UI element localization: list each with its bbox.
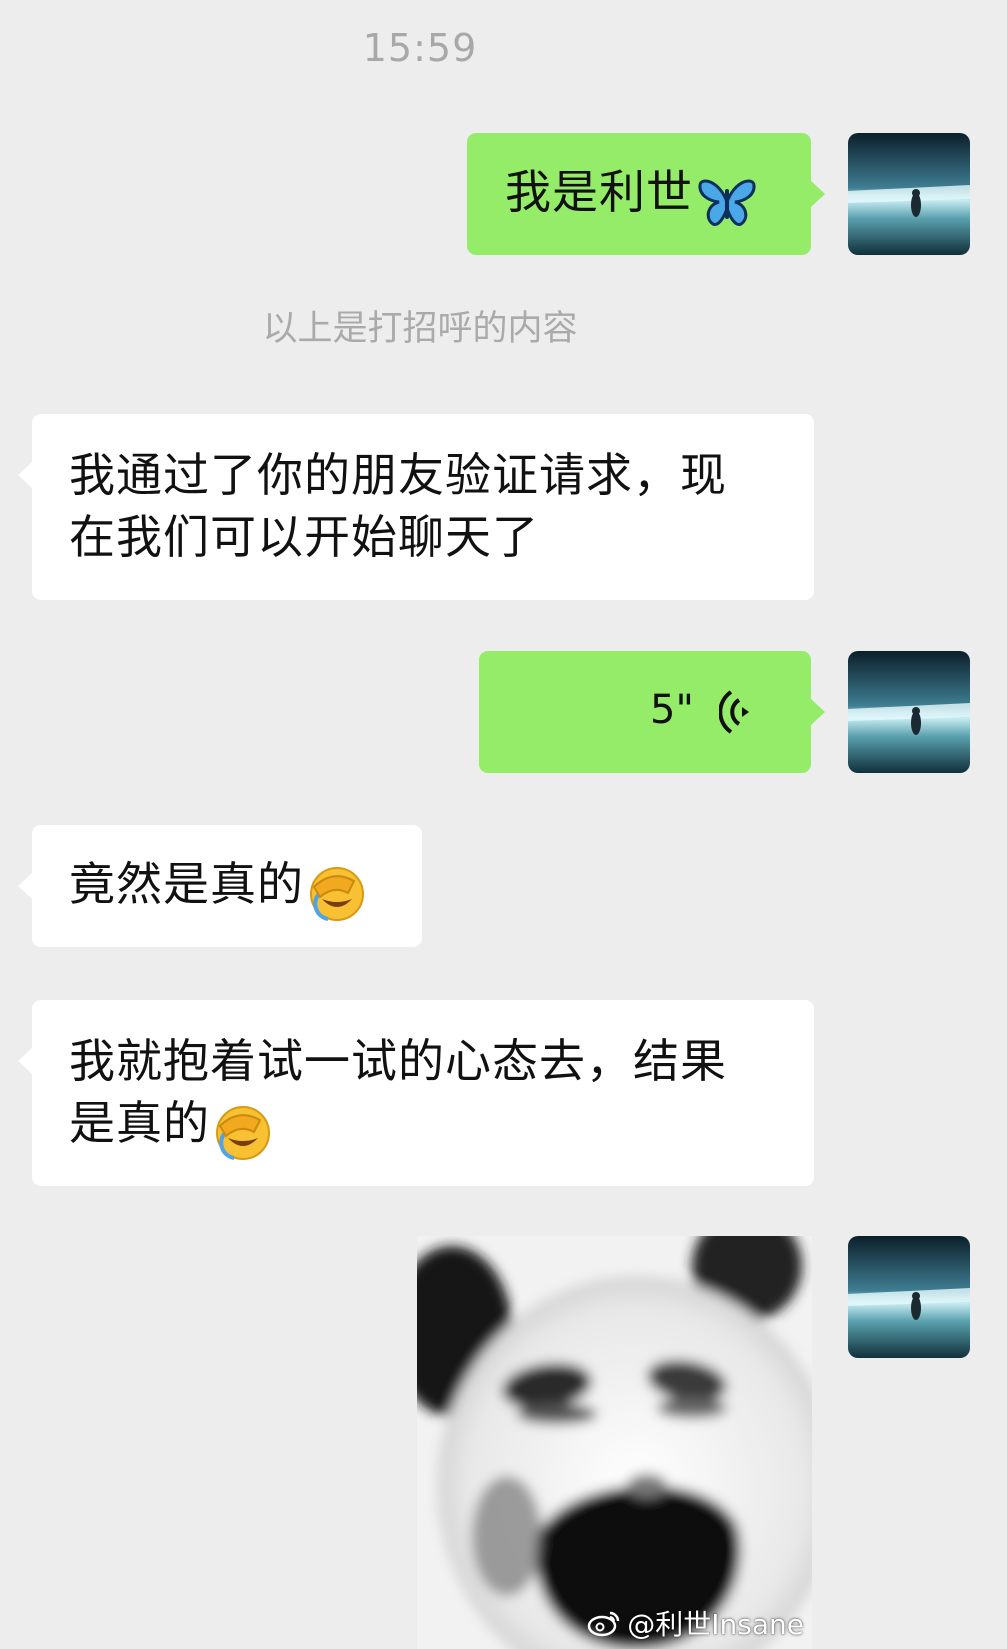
message-text-line: 我就抱着试一试的心态去，结果 [69,1034,727,1088]
message-text-line: 我通过了你的朋友验证请求，现 [69,448,727,502]
message-text-line: 在我们可以开始聊天了 [69,510,539,564]
user-avatar[interactable] [848,1236,970,1358]
user-avatar[interactable] [848,651,970,773]
received-message-bubble[interactable]: 我通过了你的朋友验证请求，现 在我们可以开始聊天了 [18,414,814,600]
face-palm-crying-icon [308,865,366,927]
greeting-note: 以上是打招呼的内容 [262,309,578,349]
chat-timestamp: 15:59 [362,26,478,70]
received-message-bubble[interactable]: 竟然是真的 [18,825,422,947]
message-text-line: 是真的 [69,1096,210,1150]
voice-wave-icon [718,687,759,741]
watermark-text: @利世Insane [627,1608,804,1641]
message-text: 我是利世 [505,165,693,219]
voice-message-bubble[interactable]: 5" [479,651,825,773]
butterfly-icon [697,175,757,233]
sent-message-bubble[interactable]: 我是利世 [467,133,825,255]
user-avatar[interactable] [848,133,970,255]
weibo-watermark: @利世Insane [587,1603,804,1643]
sticker-image[interactable]: @利世Insane [417,1236,812,1649]
chat-screen: 15:59 我是利世 以上是打招呼的内容 我通过了你的朋友验证请求，现 在我们可… [0,0,1007,1649]
received-message-bubble[interactable]: 我就抱着试一试的心态去，结果 是真的 [18,1000,814,1186]
voice-duration: 5" [650,687,694,733]
face-palm-crying-icon [214,1104,272,1166]
message-text: 竟然是真的 [69,857,304,911]
weibo-icon [588,1611,620,1637]
